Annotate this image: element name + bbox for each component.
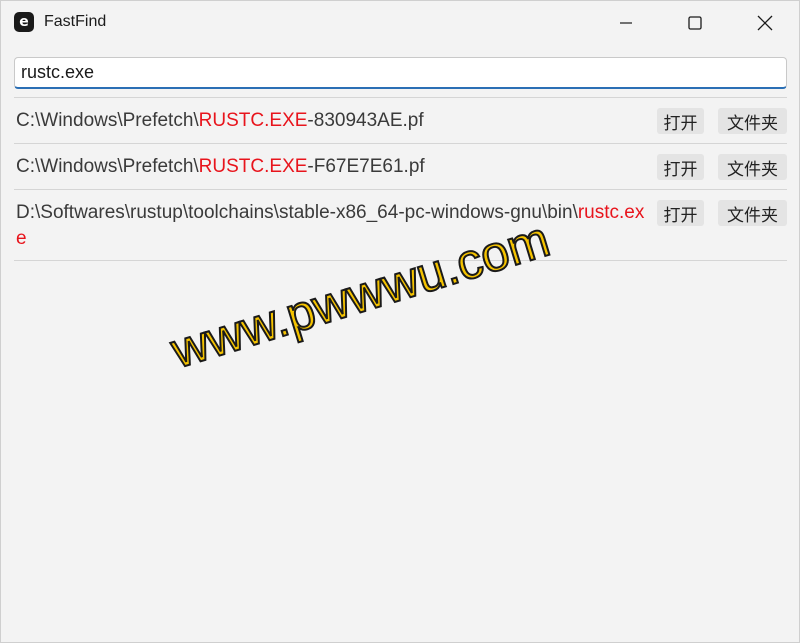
title-bar[interactable]: e FastFind bbox=[1, 1, 799, 45]
path-prefix: C:\Windows\Prefetch\ bbox=[16, 110, 199, 131]
open-button[interactable]: 打开 bbox=[657, 154, 704, 180]
minimize-button[interactable] bbox=[591, 1, 661, 45]
list-item: C:\Windows\Prefetch\RUSTC.EXE-830943AE.p… bbox=[14, 97, 787, 143]
path-match: RUSTC.EXE bbox=[198, 110, 308, 131]
search-input[interactable] bbox=[14, 57, 787, 89]
open-button[interactable]: 打开 bbox=[657, 200, 704, 226]
result-path: C:\Windows\Prefetch\RUSTC.EXE-830943AE.p… bbox=[16, 108, 646, 134]
path-suffix: -830943AE.pf bbox=[307, 110, 424, 131]
path-prefix: D:\Softwares\rustup\toolchains\stable-x8… bbox=[16, 202, 578, 223]
open-button[interactable]: 打开 bbox=[657, 108, 704, 134]
app-window: e FastFind C:\Windows\Prefetch\RUSTC.EXE… bbox=[0, 0, 800, 643]
close-button[interactable] bbox=[730, 1, 799, 45]
result-path: D:\Softwares\rustup\toolchains\stable-x8… bbox=[16, 200, 646, 252]
results-list: C:\Windows\Prefetch\RUSTC.EXE-830943AE.p… bbox=[14, 97, 787, 261]
window-title: FastFind bbox=[44, 13, 107, 30]
list-item: D:\Softwares\rustup\toolchains\stable-x8… bbox=[14, 189, 787, 261]
minimize-icon bbox=[620, 22, 632, 24]
list-item: C:\Windows\Prefetch\RUSTC.EXE-F67E7E61.p… bbox=[14, 143, 787, 189]
maximize-button[interactable] bbox=[660, 1, 730, 45]
path-match: RUSTC.EXE bbox=[198, 156, 308, 177]
open-folder-button[interactable]: 文件夹 bbox=[718, 154, 787, 180]
maximize-icon bbox=[688, 16, 702, 30]
result-path: C:\Windows\Prefetch\RUSTC.EXE-F67E7E61.p… bbox=[16, 154, 646, 180]
open-folder-button[interactable]: 文件夹 bbox=[718, 108, 787, 134]
path-suffix: -F67E7E61.pf bbox=[307, 156, 425, 177]
close-icon bbox=[757, 15, 773, 31]
app-icon: e bbox=[14, 12, 34, 32]
path-prefix: C:\Windows\Prefetch\ bbox=[16, 156, 199, 177]
open-folder-button[interactable]: 文件夹 bbox=[718, 200, 787, 226]
